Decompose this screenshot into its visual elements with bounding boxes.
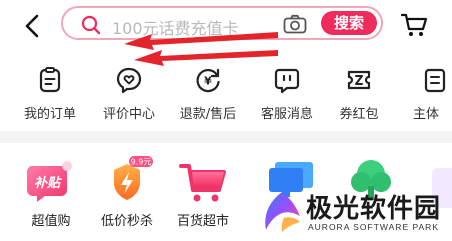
quick-link-label: 退款/售后 <box>179 107 237 122</box>
watermark-title: 极光软件园 <box>306 194 442 224</box>
quick-link-label: 评价中心 <box>102 107 155 122</box>
quick-link-label: 客服消息 <box>260 107 313 122</box>
quick-link-refunds[interactable]: ¥ 退款/售后 <box>173 66 243 122</box>
quick-link-label: 主体 <box>413 107 440 122</box>
service-label: 超值购 <box>31 214 71 229</box>
annotation-arrows <box>124 32 278 66</box>
service-chat-icon <box>274 68 300 94</box>
cart-icon[interactable] <box>400 12 428 38</box>
price-badge: 9.9元 <box>131 158 152 167</box>
subsidy-icon-text: 补贴 <box>34 175 62 191</box>
section-divider <box>0 131 452 143</box>
aurora-logo <box>265 192 300 232</box>
search-icon <box>81 15 101 35</box>
service-flash-sale[interactable]: 9.9元 低价秒杀 <box>91 156 163 229</box>
service-label: 低价秒杀 <box>100 214 153 229</box>
subsidy-icon: 补贴 <box>26 161 72 202</box>
coupon-icon <box>347 70 371 90</box>
quick-link-label: 券红包 <box>339 107 379 122</box>
watermark: 极光软件园 AURORA SOFTWARE PARK <box>254 186 452 241</box>
flash-sale-icon: 9.9元 <box>114 156 153 200</box>
quick-link-service-messages[interactable]: 客服消息 <box>252 66 322 122</box>
entity-icon <box>424 68 446 93</box>
quick-link-reviews[interactable]: 评价中心 <box>94 66 164 122</box>
camera-icon[interactable] <box>283 14 307 34</box>
service-value-buy[interactable]: 补贴 超值购 <box>15 156 87 229</box>
quick-link-coupons[interactable]: 券红包 <box>324 66 394 122</box>
review-icon <box>116 67 142 94</box>
refund-icon: ¥ <box>196 68 220 93</box>
svg-text:¥: ¥ <box>204 75 212 88</box>
watermark-subtitle: AURORA SOFTWARE PARK <box>308 222 439 232</box>
service-label: 百货超市 <box>176 214 229 229</box>
supermarket-cart-icon <box>179 164 226 202</box>
quick-link-label: 我的订单 <box>23 107 76 122</box>
back-arrow-icon[interactable] <box>20 12 48 40</box>
order-icon <box>39 67 61 93</box>
quick-link-entity[interactable]: 主体 <box>400 66 452 122</box>
search-button[interactable]: 搜索 <box>321 11 377 35</box>
quick-link-orders[interactable]: 我的订单 <box>15 66 85 122</box>
service-supermarket[interactable]: 百货超市 <box>167 156 239 229</box>
